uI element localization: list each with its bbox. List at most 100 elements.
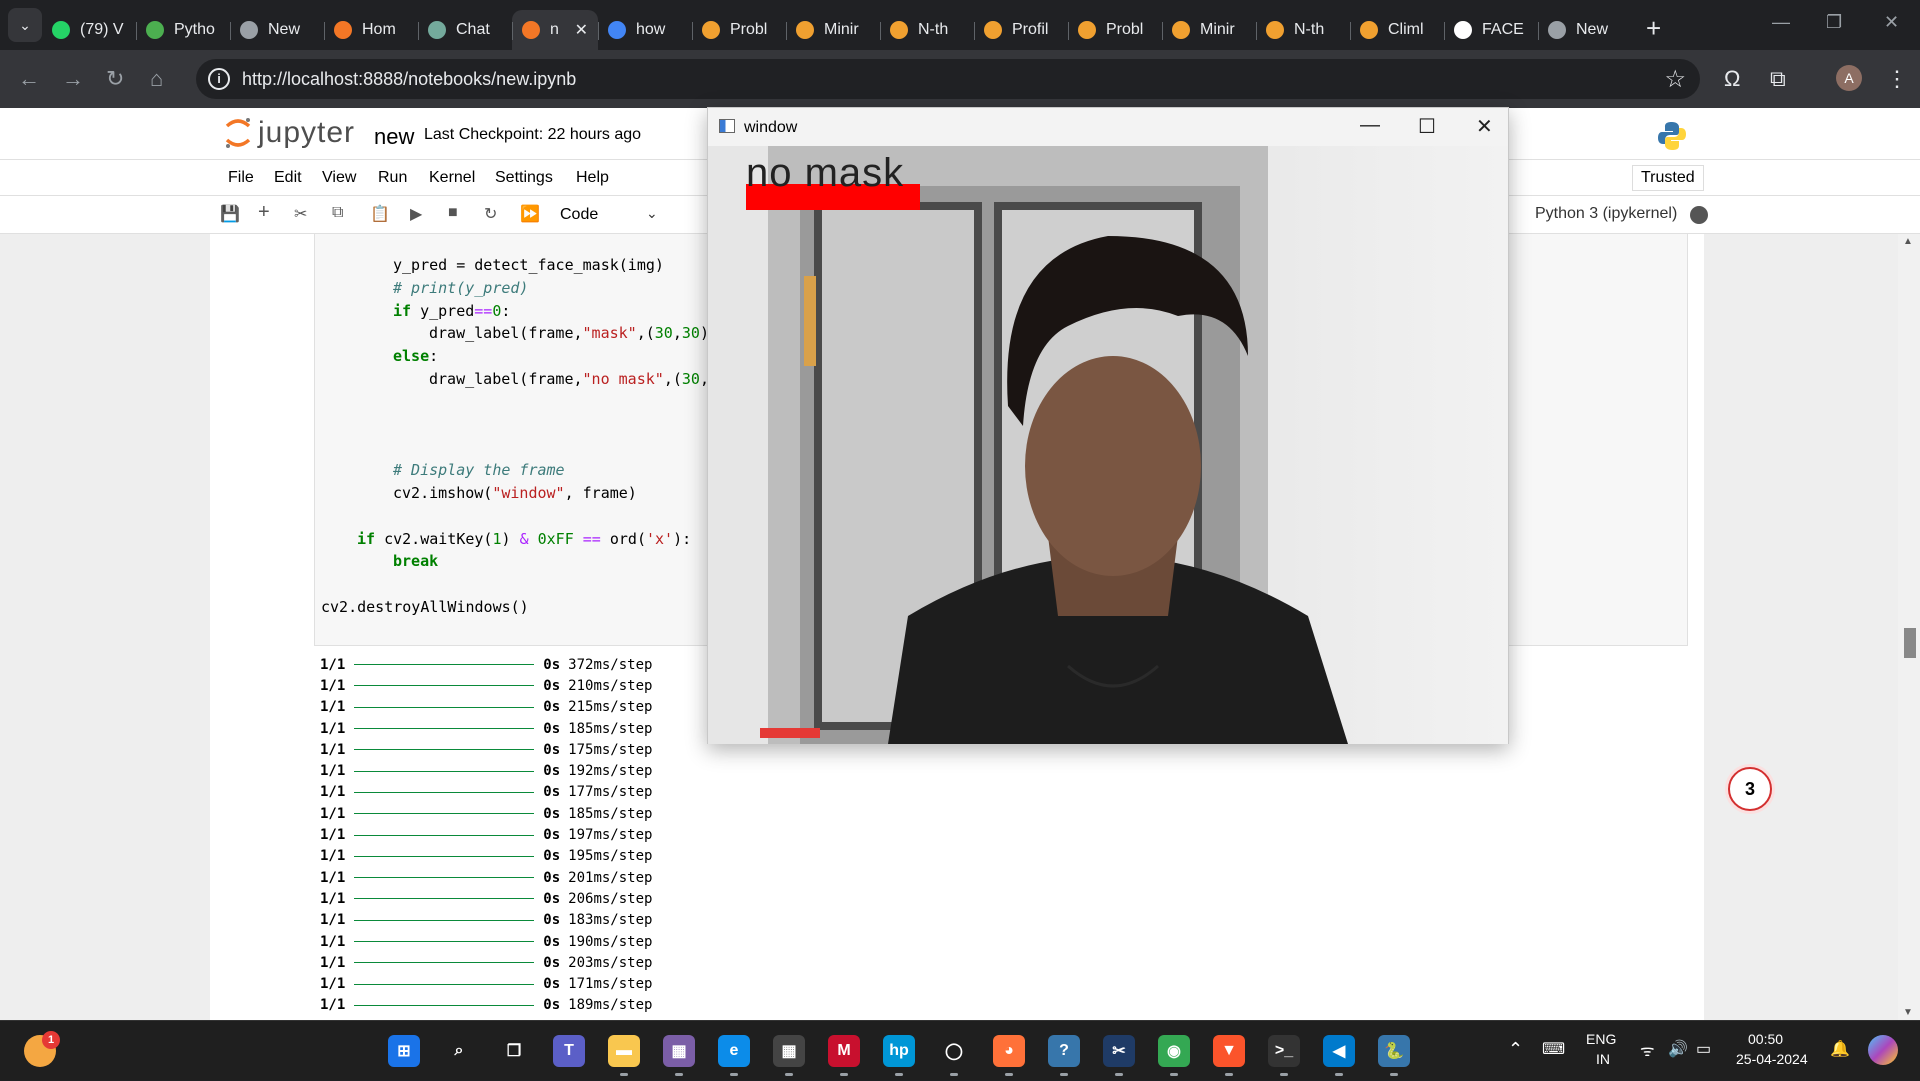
browser-tab[interactable]: n ✕ [512, 10, 598, 50]
paste-icon[interactable]: 📋 [370, 204, 390, 224]
run-icon[interactable]: ▶ [410, 204, 422, 224]
language-top[interactable]: ENG [1586, 1031, 1616, 1047]
menu-file[interactable]: File [228, 169, 254, 187]
opencv-titlebar[interactable]: window — ☐ ✕ [708, 108, 1508, 146]
chrome-icon[interactable]: ◉ [1158, 1035, 1190, 1067]
scroll-thumb[interactable] [1904, 628, 1916, 658]
output-rate: 215ms/step [568, 699, 653, 716]
python-idle-icon[interactable]: ? [1048, 1035, 1080, 1067]
extensions-puzzle-icon[interactable]: ⧉ [1770, 66, 1786, 92]
weather-widget-icon[interactable]: 1 [24, 1031, 60, 1067]
menu-settings[interactable]: Settings [495, 169, 553, 187]
photos-icon[interactable]: ▦ [663, 1035, 695, 1067]
language-bottom[interactable]: IN [1596, 1051, 1610, 1067]
restore-icon[interactable]: ❐ [1826, 12, 1842, 33]
python-icon[interactable]: 🐍 [1378, 1035, 1410, 1067]
maximize-icon[interactable]: ☐ [1418, 114, 1436, 139]
browser-tab[interactable]: (79) V [42, 10, 136, 50]
close-icon[interactable]: ✕ [1476, 114, 1493, 139]
notification-badge[interactable]: 3 [1728, 767, 1772, 811]
browser-tab[interactable]: N-th [880, 10, 974, 50]
copilot-icon[interactable] [1868, 1035, 1898, 1065]
tray-overflow-icon[interactable]: ⌃ [1508, 1039, 1523, 1060]
tab-close-icon[interactable]: ✕ [575, 20, 588, 40]
brave-icon[interactable]: ▼ [1213, 1035, 1245, 1067]
clock-date[interactable]: 25-04-2024 [1736, 1051, 1808, 1067]
browser-tab[interactable]: Profil [974, 10, 1068, 50]
cortana-icon[interactable]: ◯ [938, 1035, 970, 1067]
browser-tab[interactable]: Minir [786, 10, 880, 50]
forward-icon[interactable]: → [62, 66, 84, 92]
tab-search-button[interactable]: ⌄ [8, 8, 42, 42]
scroll-up-icon[interactable]: ▲ [1903, 236, 1913, 247]
menu-run[interactable]: Run [378, 169, 407, 187]
task-view-icon[interactable]: ❐ [498, 1035, 530, 1067]
start-icon[interactable]: ⊞ [388, 1035, 420, 1067]
browser-tab[interactable]: Probl [692, 10, 786, 50]
mcafee-icon[interactable]: M [828, 1035, 860, 1067]
copy-icon[interactable]: ⧉ [332, 204, 343, 222]
myhp-icon[interactable]: hp [883, 1035, 915, 1067]
bookmark-star-icon[interactable]: ☆ [1664, 65, 1686, 94]
url-text[interactable]: http://localhost:8888/notebooks/new.ipyn… [242, 69, 576, 90]
kernel-name[interactable]: Python 3 (ipykernel) [1535, 205, 1677, 223]
trusted-indicator[interactable]: Trusted [1632, 165, 1704, 191]
output-step: 1/1 [320, 912, 346, 929]
cut-icon[interactable]: ✂ [294, 204, 307, 224]
edge-icon[interactable]: e [718, 1035, 750, 1067]
firefox-icon[interactable]: ◕ [993, 1035, 1025, 1067]
file-explorer-icon[interactable]: ▬ [608, 1035, 640, 1067]
cell-type-select[interactable]: Code [560, 206, 598, 224]
browser-tab[interactable]: Minir [1162, 10, 1256, 50]
terminal-icon[interactable]: >_ [1268, 1035, 1300, 1067]
store-icon[interactable]: ▦ [773, 1035, 805, 1067]
browser-tab[interactable]: N-th [1256, 10, 1350, 50]
browser-tab[interactable]: New [1538, 10, 1632, 50]
address-bar[interactable]: i http://localhost:8888/notebooks/new.ip… [196, 59, 1700, 99]
reload-icon[interactable]: ↻ [106, 66, 124, 92]
volume-icon[interactable]: 🔊 [1668, 1039, 1688, 1059]
menu-edit[interactable]: Edit [274, 169, 302, 187]
keyboard-icon[interactable]: ⌨ [1542, 1039, 1565, 1059]
snipping-icon[interactable]: ✂ [1103, 1035, 1135, 1067]
stop-icon[interactable]: ■ [448, 204, 458, 222]
battery-icon[interactable]: ▭ [1696, 1039, 1711, 1059]
scrollbar[interactable]: ▲ ▼ [1898, 234, 1920, 1020]
teams-icon[interactable]: T [553, 1035, 585, 1067]
browser-tab[interactable]: FACE [1444, 10, 1538, 50]
browser-menu-icon[interactable]: ⋮ [1886, 66, 1908, 92]
extension-omega-icon[interactable]: Ω [1724, 66, 1740, 92]
minimize-icon[interactable]: — [1772, 12, 1790, 33]
browser-tab[interactable]: Hom [324, 10, 418, 50]
save-icon[interactable]: 💾 [220, 204, 240, 224]
run-all-icon[interactable]: ⏩ [520, 204, 540, 224]
close-window-icon[interactable]: ✕ [1884, 12, 1899, 33]
scroll-down-icon[interactable]: ▼ [1903, 1007, 1913, 1018]
restart-icon[interactable]: ↻ [484, 204, 497, 224]
wifi-icon[interactable]: ᯤ [1640, 1039, 1655, 1061]
browser-tab[interactable]: Pytho [136, 10, 230, 50]
minimize-icon[interactable]: — [1360, 114, 1380, 137]
menu-view[interactable]: View [322, 169, 356, 187]
browser-tab[interactable]: how [598, 10, 692, 50]
browser-tab[interactable]: Chat [418, 10, 512, 50]
notifications-bell-icon[interactable]: 🔔 [1830, 1039, 1850, 1059]
new-tab-button[interactable]: + [1646, 13, 1661, 44]
browser-tab[interactable]: Probl [1068, 10, 1162, 50]
menu-help[interactable]: Help [576, 169, 609, 187]
vscode-icon[interactable]: ◀ [1323, 1035, 1355, 1067]
back-icon[interactable]: ← [18, 66, 40, 92]
profile-avatar[interactable]: A [1836, 65, 1862, 91]
clock-time[interactable]: 00:50 [1748, 1031, 1783, 1047]
browser-tab[interactable]: New [230, 10, 324, 50]
site-info-icon[interactable]: i [208, 68, 230, 90]
notebook-name[interactable]: new [374, 124, 414, 150]
insert-cell-icon[interactable]: + [258, 201, 270, 224]
home-icon[interactable]: ⌂ [150, 66, 163, 92]
search-icon[interactable]: ⌕ [443, 1035, 475, 1067]
opencv-window[interactable]: window — ☐ ✕ no mask [707, 107, 1509, 744]
browser-tab[interactable]: Climl [1350, 10, 1444, 50]
jupyter-logo[interactable]: jupyter [224, 116, 355, 150]
chevron-down-icon[interactable]: ⌄ [646, 205, 658, 222]
menu-kernel[interactable]: Kernel [429, 169, 475, 187]
